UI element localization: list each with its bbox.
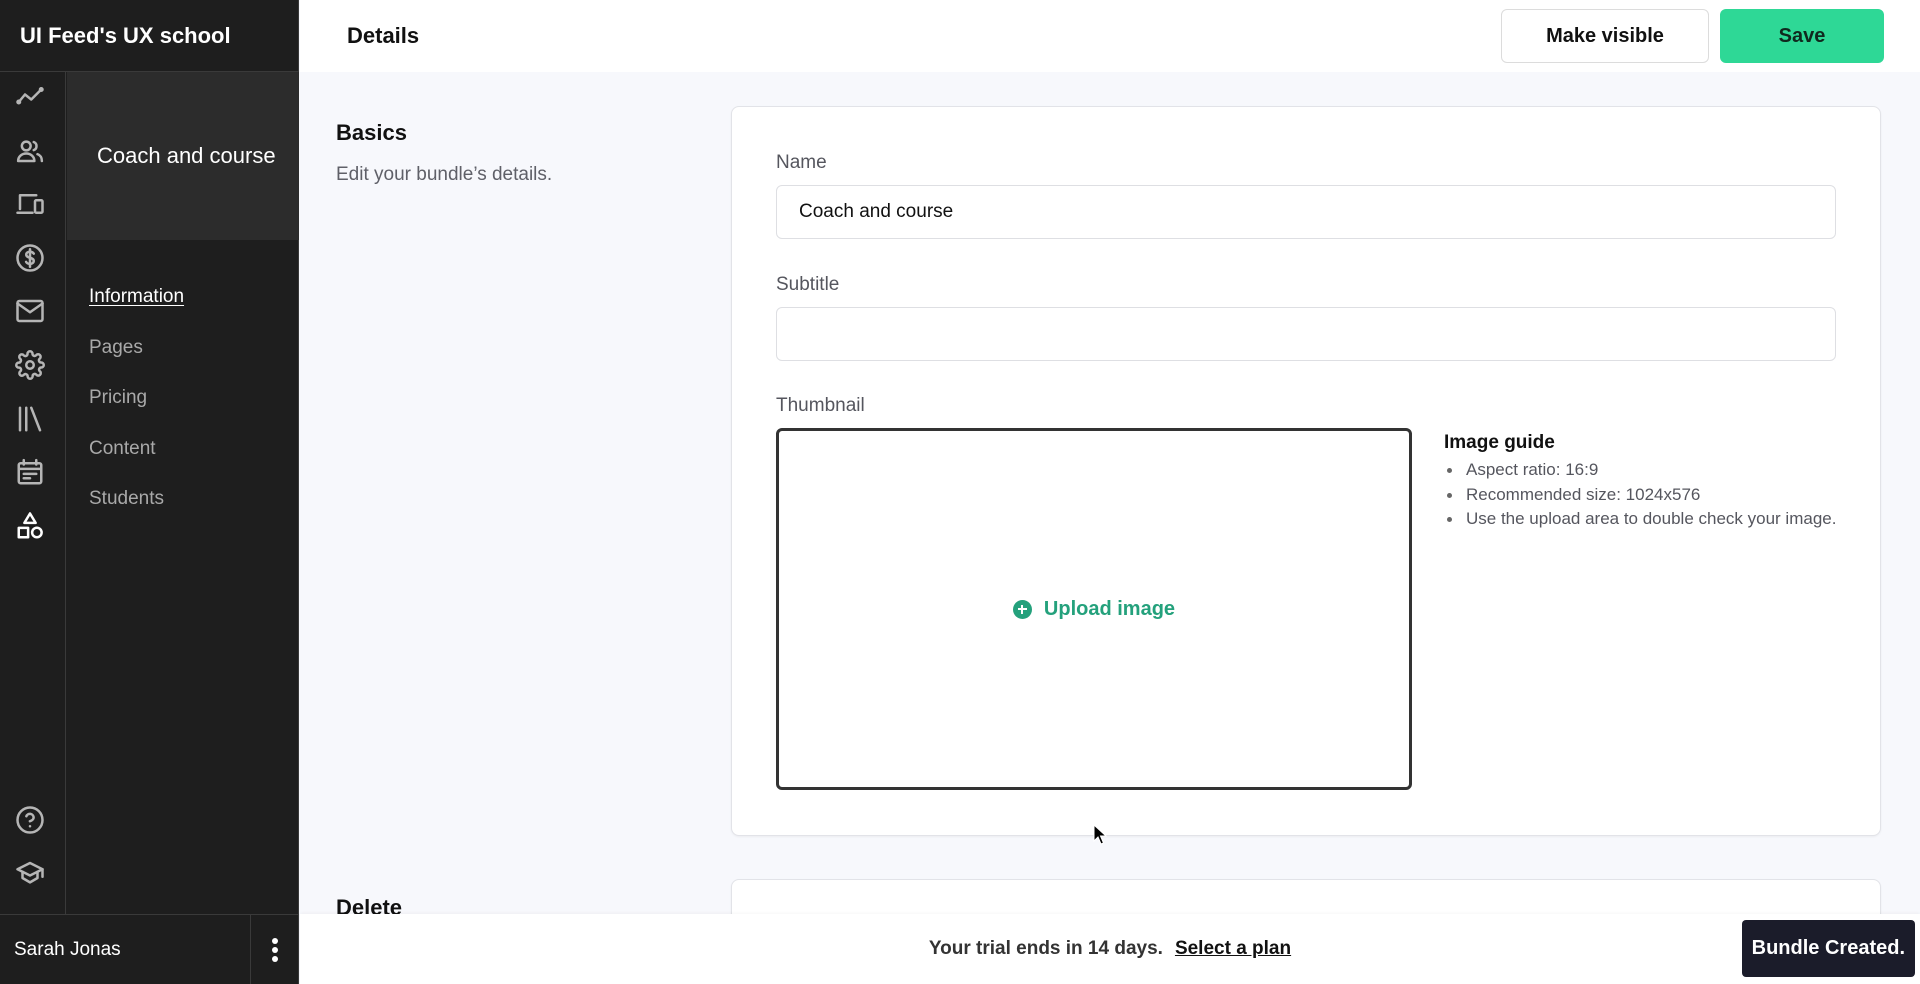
more-vertical-icon [272, 937, 278, 962]
delete-card [731, 879, 1881, 914]
basics-title: Basics [336, 120, 407, 145]
delete-title: Delete [336, 895, 403, 914]
delete-section-meta: Delete [336, 895, 402, 914]
image-guide-item: Recommended size: 1024x576 [1444, 483, 1844, 508]
library-icon[interactable] [13, 402, 47, 436]
analytics-icon[interactable] [13, 80, 47, 114]
thumbnail-upload-area[interactable]: Upload image [776, 428, 1412, 790]
image-guide-item: Use the upload area to double check your… [1444, 507, 1844, 532]
save-button[interactable]: Save [1720, 9, 1884, 63]
toast-notification: Bundle Created. [1741, 920, 1915, 977]
image-guide-item: Aspect ratio: 16:9 [1444, 458, 1844, 483]
trial-bar: Your trial ends in 14 days. Select a pla… [300, 914, 1920, 984]
upload-image-label: Upload image [1043, 597, 1176, 620]
shapes-icon[interactable] [13, 509, 47, 543]
name-input[interactable] [776, 185, 1836, 239]
bundle-title: Coach and course [67, 72, 299, 240]
user-bar: Sarah Jonas [0, 914, 299, 984]
user-name[interactable]: Sarah Jonas [0, 915, 251, 984]
subtitle-label: Subtitle [776, 274, 840, 295]
basics-section-meta: Basics Edit your bundle’s details. [336, 120, 552, 186]
users-icon[interactable] [13, 134, 47, 168]
gear-icon[interactable] [13, 348, 47, 382]
select-plan-link[interactable]: Select a plan [1175, 938, 1291, 960]
image-guide: Image guide Aspect ratio: 16:9 Recommend… [1444, 432, 1844, 532]
dollar-icon[interactable] [13, 241, 47, 275]
icon-rail [0, 72, 66, 914]
basics-card: Name Subtitle Thumbnail Upload image Ima… [731, 106, 1881, 836]
help-icon[interactable] [13, 803, 47, 837]
basics-description: Edit your bundle’s details. [336, 164, 553, 185]
main-content: Basics Edit your bundle’s details. Name … [300, 72, 1920, 914]
plus-circle-icon [1012, 599, 1032, 619]
upload-image-button[interactable]: Upload image [1012, 597, 1176, 621]
subnav-item-information[interactable]: Information [67, 272, 299, 323]
subnav-item-students[interactable]: Students [67, 474, 299, 525]
trial-message: Your trial ends in 14 days. [928, 938, 1163, 959]
mouse-cursor-icon [1093, 824, 1107, 845]
name-label: Name [776, 152, 827, 173]
page-title: Details [347, 23, 420, 48]
user-menu-button[interactable] [251, 915, 299, 984]
thumbnail-label: Thumbnail [776, 395, 865, 416]
image-guide-list: Aspect ratio: 16:9 Recommended size: 102… [1444, 458, 1844, 532]
subnav-item-content[interactable]: Content [67, 424, 299, 475]
subnav-item-pricing[interactable]: Pricing [67, 373, 299, 424]
brand-name: UI Feed's UX school [0, 0, 298, 72]
calendar-icon[interactable] [13, 455, 47, 489]
subnav-list: Information Pages Pricing Content Studen… [67, 240, 299, 525]
sidebar: UI Feed's UX school Coach and course Inf… [0, 0, 299, 984]
graduation-cap-icon[interactable] [13, 856, 47, 890]
mail-icon[interactable] [13, 294, 47, 328]
top-header: Details Make visible Save [300, 0, 1920, 72]
app-root: UI Feed's UX school Coach and course Inf… [0, 0, 1920, 984]
bundle-subnav: Coach and course Information Pages Prici… [67, 72, 299, 914]
subtitle-input[interactable] [776, 307, 1836, 361]
devices-icon[interactable] [13, 187, 47, 221]
make-visible-button[interactable]: Make visible [1501, 9, 1709, 63]
subnav-item-pages[interactable]: Pages [67, 323, 299, 374]
image-guide-title: Image guide [1444, 432, 1555, 453]
